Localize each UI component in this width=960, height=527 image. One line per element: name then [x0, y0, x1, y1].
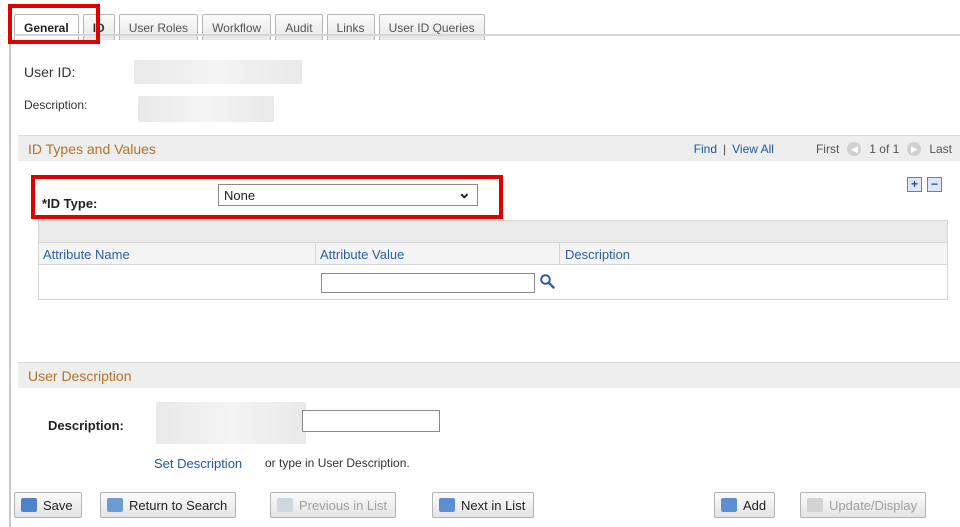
tab-underline [14, 34, 960, 36]
attribute-value-input[interactable] [321, 273, 535, 293]
attribute-grid: Attribute Name Attribute Value Descripti… [38, 220, 948, 300]
col-divider [315, 243, 316, 265]
description-hint-text: or type in User Description. [265, 456, 410, 470]
tab-user-roles[interactable]: User Roles [118, 14, 199, 40]
id-type-highlight [31, 175, 503, 219]
update-display-label: Update/Display [829, 497, 918, 513]
next-in-list-label: Next in List [461, 497, 526, 513]
add-row-button[interactable]: + [907, 177, 922, 192]
previous-in-list-button[interactable]: Previous in List [270, 492, 397, 518]
add-button[interactable]: Add [714, 492, 776, 518]
user-description-redacted [156, 402, 306, 444]
tab-links[interactable]: Links [326, 14, 375, 40]
user-description-input[interactable] [302, 410, 440, 432]
col-description: Description [565, 247, 631, 262]
user-id-label: User ID: [24, 64, 76, 80]
next-in-list-button[interactable]: Next in List [432, 492, 535, 518]
update-display-icon [807, 498, 823, 512]
tab-user-id-queries[interactable]: User ID Queries [378, 14, 485, 40]
next-in-list-icon [439, 498, 455, 512]
page-info: 1 of 1 [869, 142, 900, 156]
update-display-button[interactable]: Update/Display [800, 492, 927, 518]
save-button[interactable]: Save [14, 492, 82, 518]
page-left-border [9, 44, 11, 527]
id-types-section-bar: ID Types and Values Find | View All Firs… [18, 135, 960, 161]
nav-separator: | [723, 142, 727, 156]
user-id-value-redacted [134, 60, 302, 84]
col-divider [559, 243, 560, 265]
grid-header-row: Attribute Name Attribute Value Descripti… [39, 243, 947, 265]
add-icon [721, 498, 737, 512]
find-link[interactable]: Find [694, 142, 717, 156]
page-toolbar: Save Return to Search Previous in List N… [14, 490, 960, 520]
grid-navigation: Find | View All First ◀ 1 of 1 ▶ Last [694, 136, 952, 162]
return-to-search-button[interactable]: Return to Search [100, 492, 237, 518]
previous-row-icon[interactable]: ◀ [847, 142, 862, 156]
magnifier-icon[interactable] [539, 273, 555, 289]
return-to-search-icon [107, 498, 123, 512]
tab-workflow[interactable]: Workflow [202, 14, 272, 40]
user-description-section-bar: User Description [18, 362, 960, 388]
user-description-section-title: User Description [28, 367, 132, 384]
description-value-redacted [138, 96, 274, 122]
add-label: Add [743, 497, 767, 513]
id-types-section-title: ID Types and Values [28, 140, 156, 157]
tab-audit[interactable]: Audit [275, 14, 323, 40]
view-all-link[interactable]: View All [732, 142, 774, 156]
next-row-icon[interactable]: ▶ [907, 142, 922, 156]
user-description-label: Description: [48, 418, 124, 433]
remove-row-button[interactable]: − [927, 177, 942, 192]
set-description-link[interactable]: Set Description [154, 456, 242, 471]
save-label: Save [43, 497, 73, 513]
last-label[interactable]: Last [929, 142, 952, 156]
col-attribute-value: Attribute Value [320, 247, 405, 262]
previous-in-list-label: Previous in List [299, 497, 388, 513]
grid-top-bar [39, 221, 947, 243]
first-label[interactable]: First [816, 142, 839, 156]
col-attribute-name: Attribute Name [43, 247, 130, 262]
previous-in-list-icon [277, 498, 293, 512]
return-to-search-label: Return to Search [129, 497, 228, 513]
description-label: Description: [24, 98, 88, 112]
user-profile-page: General ID User Roles Workflow Audit Lin… [0, 0, 960, 527]
save-icon [21, 498, 37, 512]
general-tab-highlight [8, 4, 100, 44]
